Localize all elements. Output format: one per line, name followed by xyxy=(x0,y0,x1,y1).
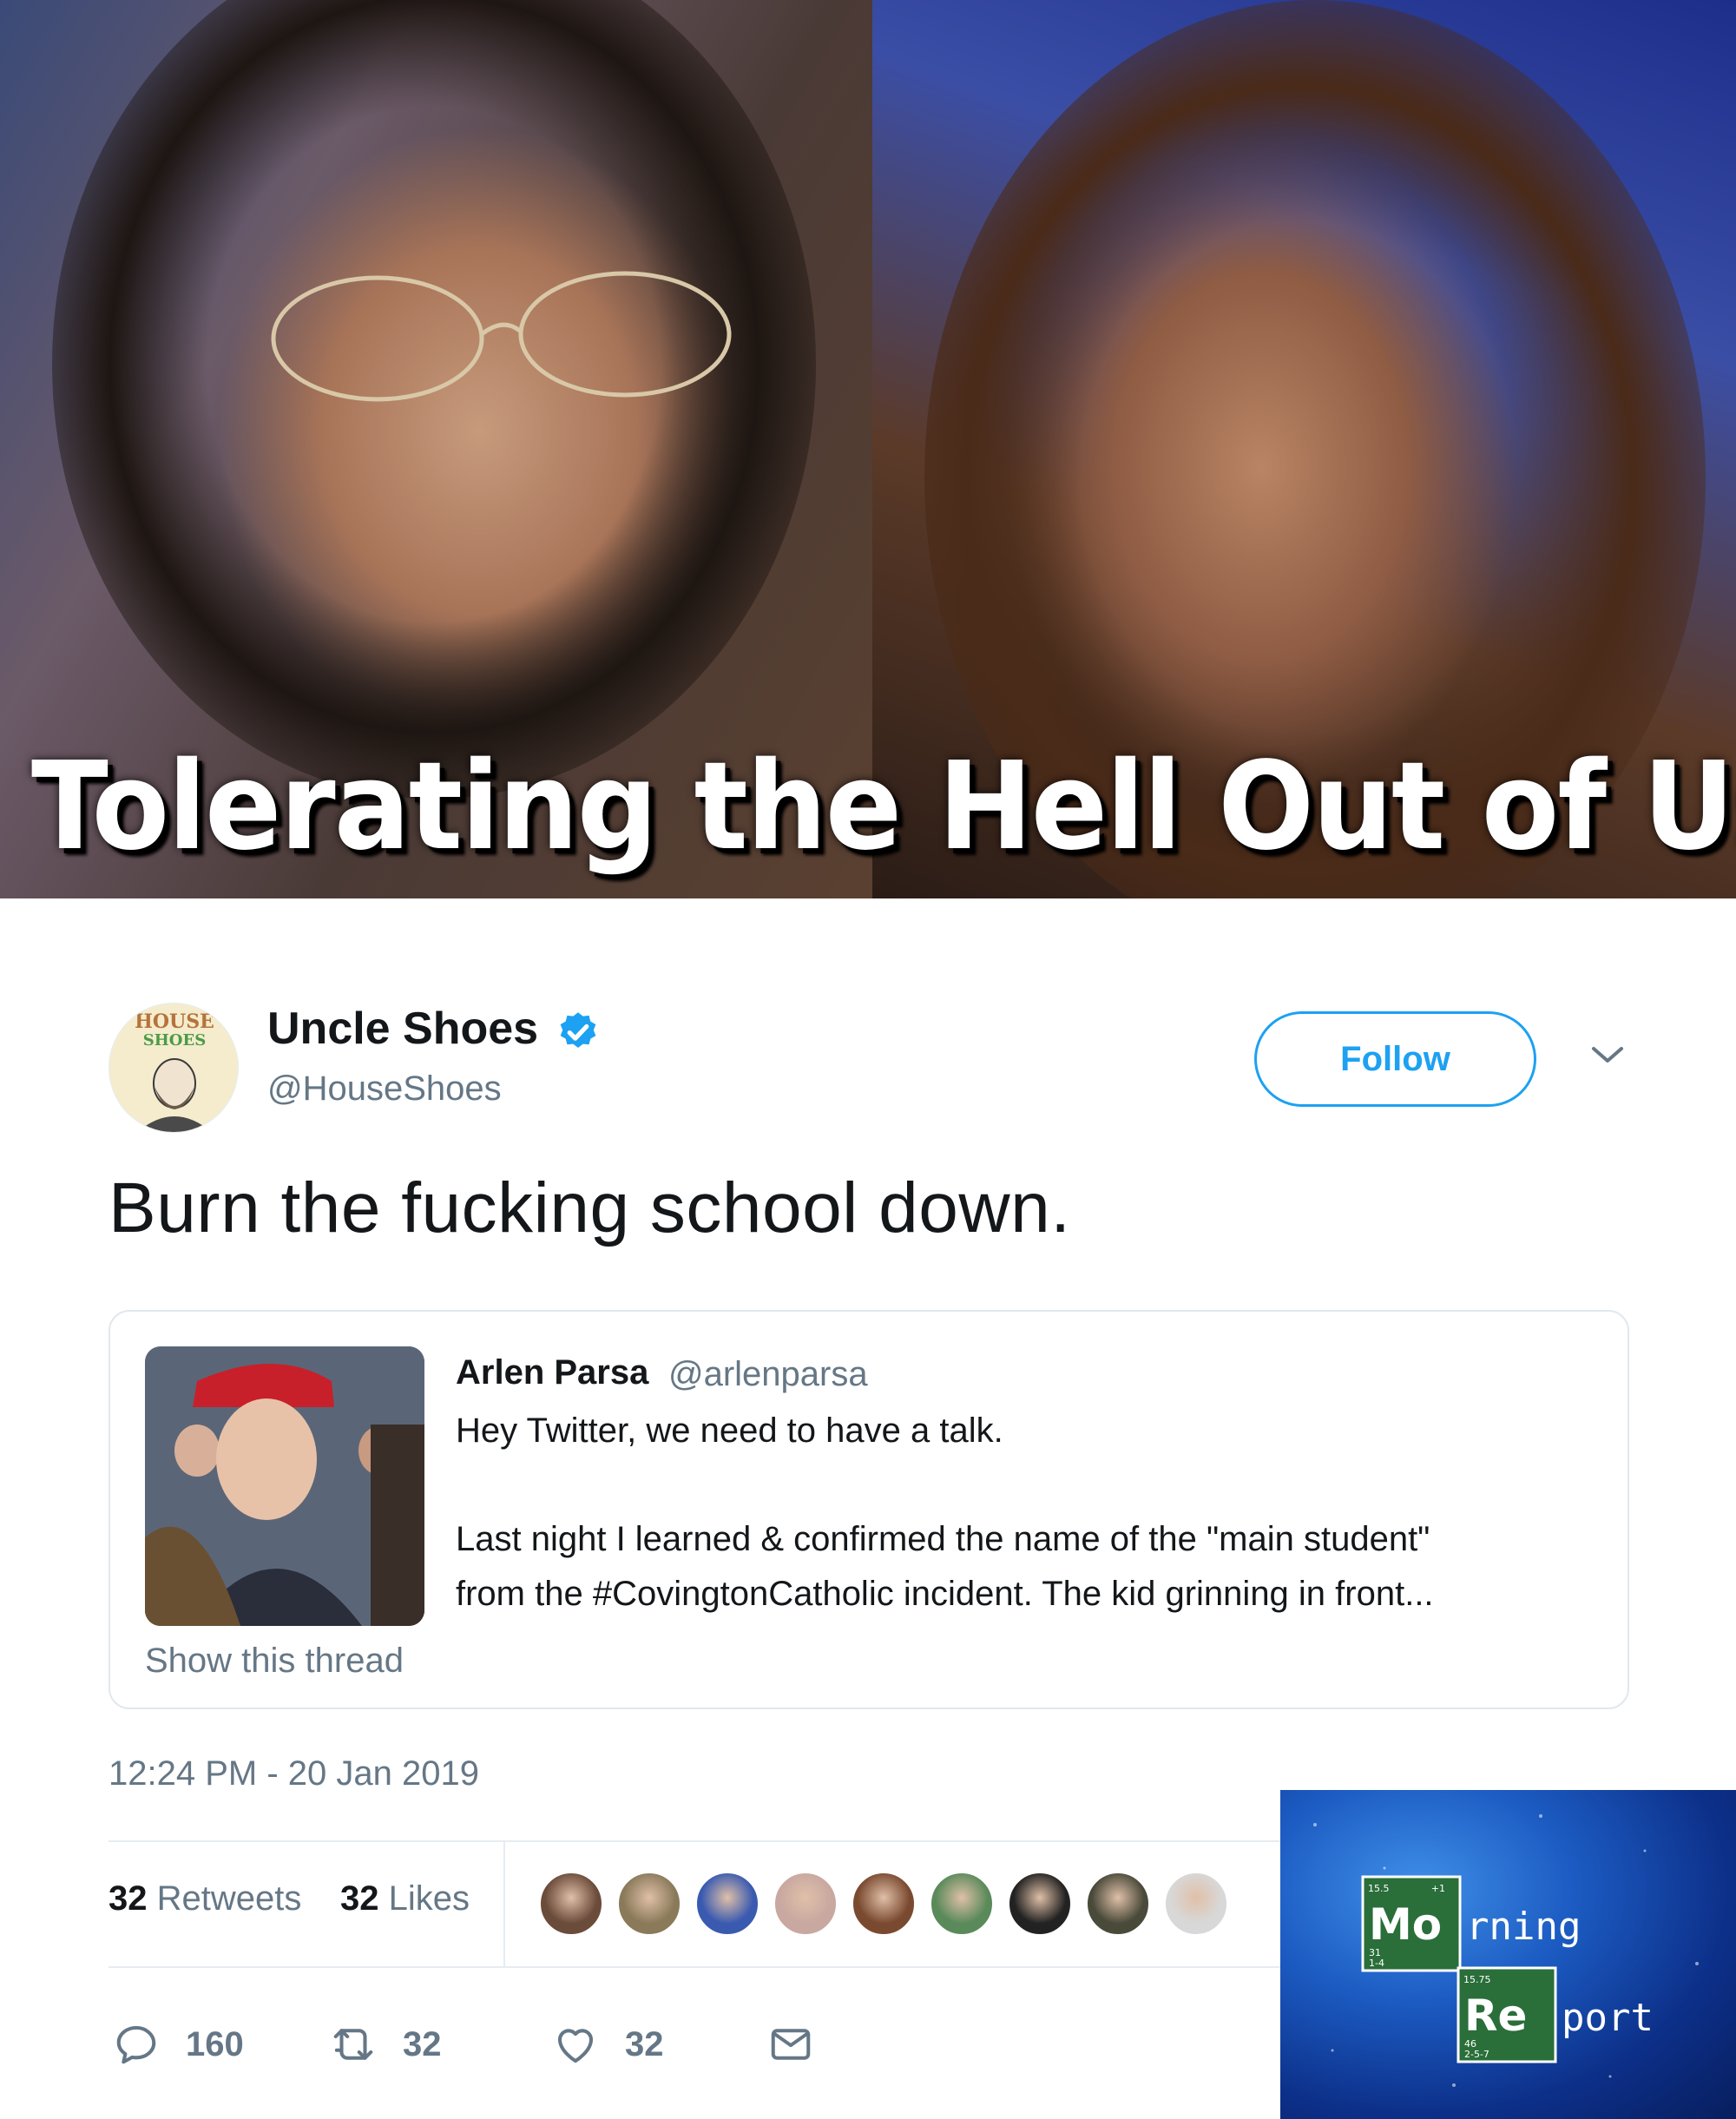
retweets-stat[interactable]: 32 Retweets xyxy=(108,1879,301,1918)
verified-badge-icon xyxy=(560,1012,596,1048)
follow-button[interactable]: Follow xyxy=(1254,1011,1536,1107)
morning-report-logo: 15.5 +1 Mo 31 1-4 rning 15.75 Re 46 2-5-… xyxy=(1280,1790,1736,2119)
retweets-label: Retweets xyxy=(156,1879,302,1918)
direct-message-button[interactable] xyxy=(767,2018,814,2070)
likes-stat[interactable]: 32 Likes xyxy=(340,1879,470,1918)
likes-label: Likes xyxy=(388,1879,470,1918)
mo-symbol: Mo xyxy=(1369,1899,1442,1950)
retweet-icon xyxy=(333,2029,373,2060)
liker-avatars xyxy=(538,1871,1233,1940)
quoted-text-line: Hey Twitter, we need to have a talk. xyxy=(456,1412,1003,1450)
re-top-left: 15.75 xyxy=(1463,1974,1491,1985)
retweet-button[interactable]: 32 xyxy=(330,2018,442,2070)
likes-count: 32 xyxy=(340,1879,379,1918)
display-name[interactable]: Uncle Shoes xyxy=(267,1003,538,1055)
like-count: 32 xyxy=(625,2024,664,2063)
avatar-text-top: HOUSE xyxy=(135,1010,214,1033)
mo-top-left: 15.5 xyxy=(1368,1883,1390,1894)
quoted-tweet[interactable]: Arlen Parsa @arlenparsa Hey Twitter, we … xyxy=(108,1310,1629,1709)
quoted-text-line: from the #CovingtonCatholic incident. Th… xyxy=(456,1575,1434,1613)
liker-avatar[interactable] xyxy=(1163,1871,1229,1937)
retweet-count: 32 xyxy=(403,2024,442,2063)
quoted-tweet-image[interactable] xyxy=(145,1346,424,1626)
liker-avatar[interactable] xyxy=(851,1871,917,1937)
quoted-author-name[interactable]: Arlen Parsa xyxy=(456,1353,648,1392)
chevron-down-icon[interactable] xyxy=(1588,1042,1627,1068)
reply-button[interactable]: 160 xyxy=(113,2018,244,2070)
reply-count: 160 xyxy=(186,2024,244,2063)
mo-bottom-2: 1-4 xyxy=(1369,1958,1384,1969)
student-photo xyxy=(145,1346,424,1626)
headline-text: Tolerating the Hell Out of Us xyxy=(31,736,1736,878)
like-button[interactable]: 32 xyxy=(552,2018,664,2070)
tweet-timestamp[interactable]: 12:24 PM - 20 Jan 2019 xyxy=(108,1754,479,1793)
tweet-text: Burn the fucking school down. xyxy=(108,1168,1071,1247)
liker-avatar[interactable] xyxy=(616,1871,682,1937)
headline-banner: Tolerating the Hell Out of Us xyxy=(0,0,1736,898)
envelope-icon xyxy=(771,2029,811,2060)
liker-avatar[interactable] xyxy=(773,1871,838,1937)
heart-icon xyxy=(557,2029,594,2063)
re-bottom-2: 2-5-7 xyxy=(1464,2049,1489,2060)
avatar-text-bottom: SHOES xyxy=(143,1031,206,1050)
quoted-text-line: Last night I learned & confirmed the nam… xyxy=(456,1520,1430,1558)
avatar-illustration: HOUSE SHOES xyxy=(135,1010,214,1132)
avatar[interactable]: HOUSE SHOES xyxy=(108,1003,239,1133)
mo-rest: rning xyxy=(1466,1905,1581,1949)
show-thread-link[interactable]: Show this thread xyxy=(145,1642,404,1681)
retweets-count: 32 xyxy=(108,1879,148,1918)
re-rest: port xyxy=(1562,1996,1654,2040)
quoted-author-handle[interactable]: @arlenparsa xyxy=(668,1355,868,1394)
re-symbol: Re xyxy=(1464,1991,1527,2041)
divider xyxy=(503,1840,505,1968)
logo-graphic: 15.5 +1 Mo 31 1-4 rning 15.75 Re 46 2-5-… xyxy=(1313,1814,1699,2087)
liker-avatar[interactable] xyxy=(538,1871,604,1937)
glasses-graphic xyxy=(271,271,732,402)
reply-icon xyxy=(116,2025,156,2064)
user-handle[interactable]: @HouseShoes xyxy=(267,1069,502,1109)
liker-avatar[interactable] xyxy=(929,1871,995,1937)
liker-avatar[interactable] xyxy=(1007,1871,1073,1937)
liker-avatar[interactable] xyxy=(694,1871,760,1937)
liker-avatar[interactable] xyxy=(1085,1871,1151,1937)
mo-top-right: +1 xyxy=(1431,1883,1445,1894)
